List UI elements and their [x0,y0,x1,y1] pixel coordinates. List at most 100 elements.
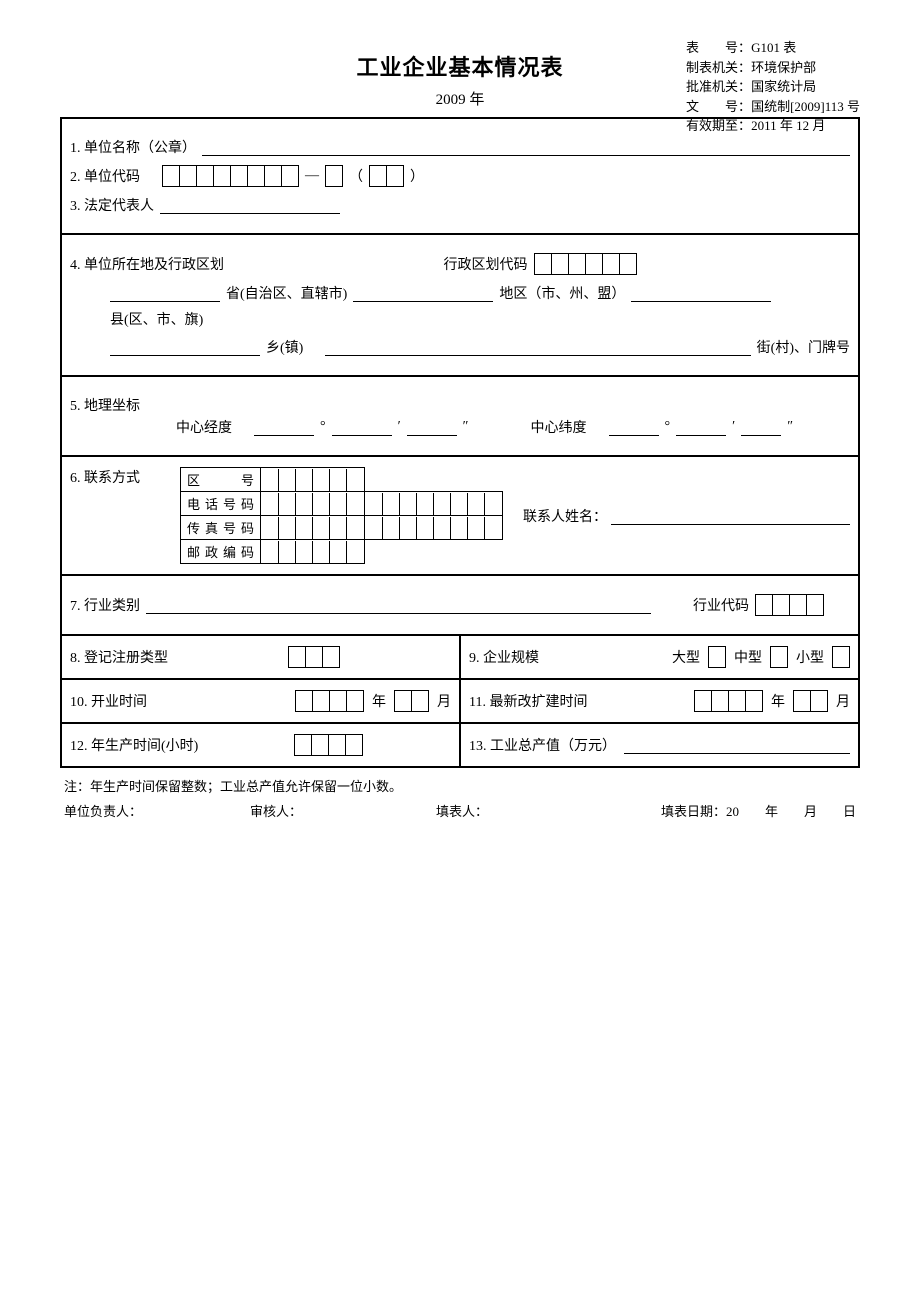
meta-maker-label: 制表机关： [686,58,751,78]
unit-code-boxes-3[interactable] [369,165,404,187]
fax-boxes-2[interactable] [365,517,502,539]
street-label: 街(村)、门牌号 [757,337,850,357]
rebuild-year-label: 年 [771,691,785,711]
section-6: 6. 联系方式 区 号 电话号码 传真号码 邮 [62,457,858,576]
paren-open: （ [349,166,363,186]
prod-hours-boxes[interactable] [294,734,363,756]
footer-reviewer: 审核人： [250,801,406,820]
open-time-label: 10. 开业时间 [70,691,147,711]
form-meta: 表 号：G101 表 制表机关：环境保护部 批准机关：国家统计局 文 号：国统制… [686,38,860,136]
min2: ′ [732,419,735,435]
reg-type-boxes[interactable] [288,646,340,668]
meta-valid: 2011 年 12 月 [751,118,825,133]
lon-label: 中心经度 [176,417,232,437]
scale-label: 9. 企业规模 [469,647,539,667]
admin-code-boxes[interactable] [534,253,637,275]
rebuild-year-boxes[interactable] [694,690,763,712]
output-value-label: 13. 工业总产值（万元） [469,735,616,755]
meta-maker: 环境保护部 [751,60,816,75]
scale-medium-label: 中型 [734,647,762,667]
form-header: 工业企业基本情况表 2009 年 表 号：G101 表 制表机关：环境保护部 批… [60,50,860,109]
contact-name-label: 联系人姓名： [523,506,607,526]
section-7: 7. 行业类别 行业代码 [62,576,858,636]
meta-formno-label: 表 号： [686,38,751,58]
lat-min[interactable] [676,418,726,436]
scale-large-box[interactable] [708,646,726,668]
tel-boxes[interactable] [261,493,364,515]
county-label: 县(区、市、旗) [110,309,203,329]
area-label: 区 号 [181,468,261,492]
legal-rep-label: 3. 法定代表人 [70,195,154,215]
scale-small-box[interactable] [832,646,850,668]
contact-name-input[interactable] [611,506,850,524]
rebuild-month-boxes[interactable] [793,690,828,712]
lat-sec[interactable] [741,418,781,436]
sec2: ″ [787,419,793,435]
open-month-label: 月 [437,691,451,711]
deg2: ° [665,419,671,435]
unit-code-boxes-2[interactable] [325,165,343,187]
section-8-9: 8. 登记注册类型 9. 企业规模 大型 中型 小型 [62,636,858,680]
open-year-boxes[interactable] [295,690,364,712]
contact-table: 区 号 电话号码 传真号码 邮政编码 [180,467,503,564]
section-5: 5. 地理坐标 中心经度 ° ′ ″ 中心纬度 ° ′ ″ [62,377,858,457]
fax-boxes[interactable] [261,517,364,539]
unit-name-label: 1. 单位名称（公章） [70,137,196,157]
lat-label: 中心纬度 [531,417,587,437]
district-input[interactable] [353,284,493,302]
paren-close: ） [410,166,424,186]
section-4: 4. 单位所在地及行政区划 行政区划代码 省(自治区、直辖市) 地区（市、州、盟… [62,235,858,377]
province-input[interactable] [110,284,220,302]
open-year-label: 年 [372,691,386,711]
footer-date: 填表日期：20 年 月 日 [622,801,856,820]
sec1: ″ [463,419,469,435]
unit-name-input[interactable] [202,138,850,156]
legal-rep-input[interactable] [160,196,340,214]
town-label: 乡(镇) [266,337,303,357]
location-label: 4. 单位所在地及行政区划 [70,254,224,274]
district-label: 地区（市、州、盟） [499,283,625,303]
form-footer: 注：年生产时间保留整数；工业总产值允许保留一位小数。 单位负责人： 审核人： 填… [60,776,860,820]
meta-docno-label: 文 号： [686,97,751,117]
unit-code-label: 2. 单位代码 [70,166,140,186]
footer-filler: 填表人： [436,801,592,820]
lon-min[interactable] [332,418,392,436]
county-input[interactable] [631,284,771,302]
tel-boxes-2[interactable] [365,493,502,515]
meta-valid-label: 有效期至： [686,116,751,136]
town-input[interactable] [110,338,260,356]
lon-sec[interactable] [407,418,457,436]
lon-deg[interactable] [254,418,314,436]
rebuild-time-label: 11. 最新改扩建时间 [469,691,587,711]
prod-hours-label: 12. 年生产时间(小时) [70,735,198,755]
geo-label: 5. 地理坐标 [70,395,140,415]
province-label: 省(自治区、直辖市) [226,283,347,303]
reg-type-label: 8. 登记注册类型 [70,647,168,667]
meta-formno: G101 表 [751,40,796,55]
meta-approver-label: 批准机关： [686,77,751,97]
street-input[interactable] [325,338,750,356]
zip-boxes[interactable] [261,541,364,563]
section-10-11: 10. 开业时间 年 月 11. 最新改扩建时间 年 月 [62,680,858,724]
admin-code-label: 行政区划代码 [444,254,528,274]
output-value-input[interactable] [624,736,850,754]
lat-deg[interactable] [609,418,659,436]
rebuild-month-label: 月 [836,691,850,711]
meta-approver: 国家统计局 [751,79,816,94]
fax-label: 传真号码 [181,516,261,540]
open-month-boxes[interactable] [394,690,429,712]
scale-medium-box[interactable] [770,646,788,668]
industry-code-label: 行业代码 [693,595,749,615]
scale-small-label: 小型 [796,647,824,667]
footer-owner: 单位负责人： [64,801,220,820]
min1: ′ [398,419,401,435]
section-12-13: 12. 年生产时间(小时) 13. 工业总产值（万元） [62,724,858,768]
unit-code-boxes-1[interactable] [162,165,299,187]
meta-docno: 国统制[2009]113 号 [751,99,860,114]
industry-label: 7. 行业类别 [70,595,140,615]
industry-code-boxes[interactable] [755,594,824,616]
industry-input[interactable] [146,596,651,614]
scale-large-label: 大型 [672,647,700,667]
tel-label: 电话号码 [181,492,261,516]
area-boxes[interactable] [261,469,364,491]
